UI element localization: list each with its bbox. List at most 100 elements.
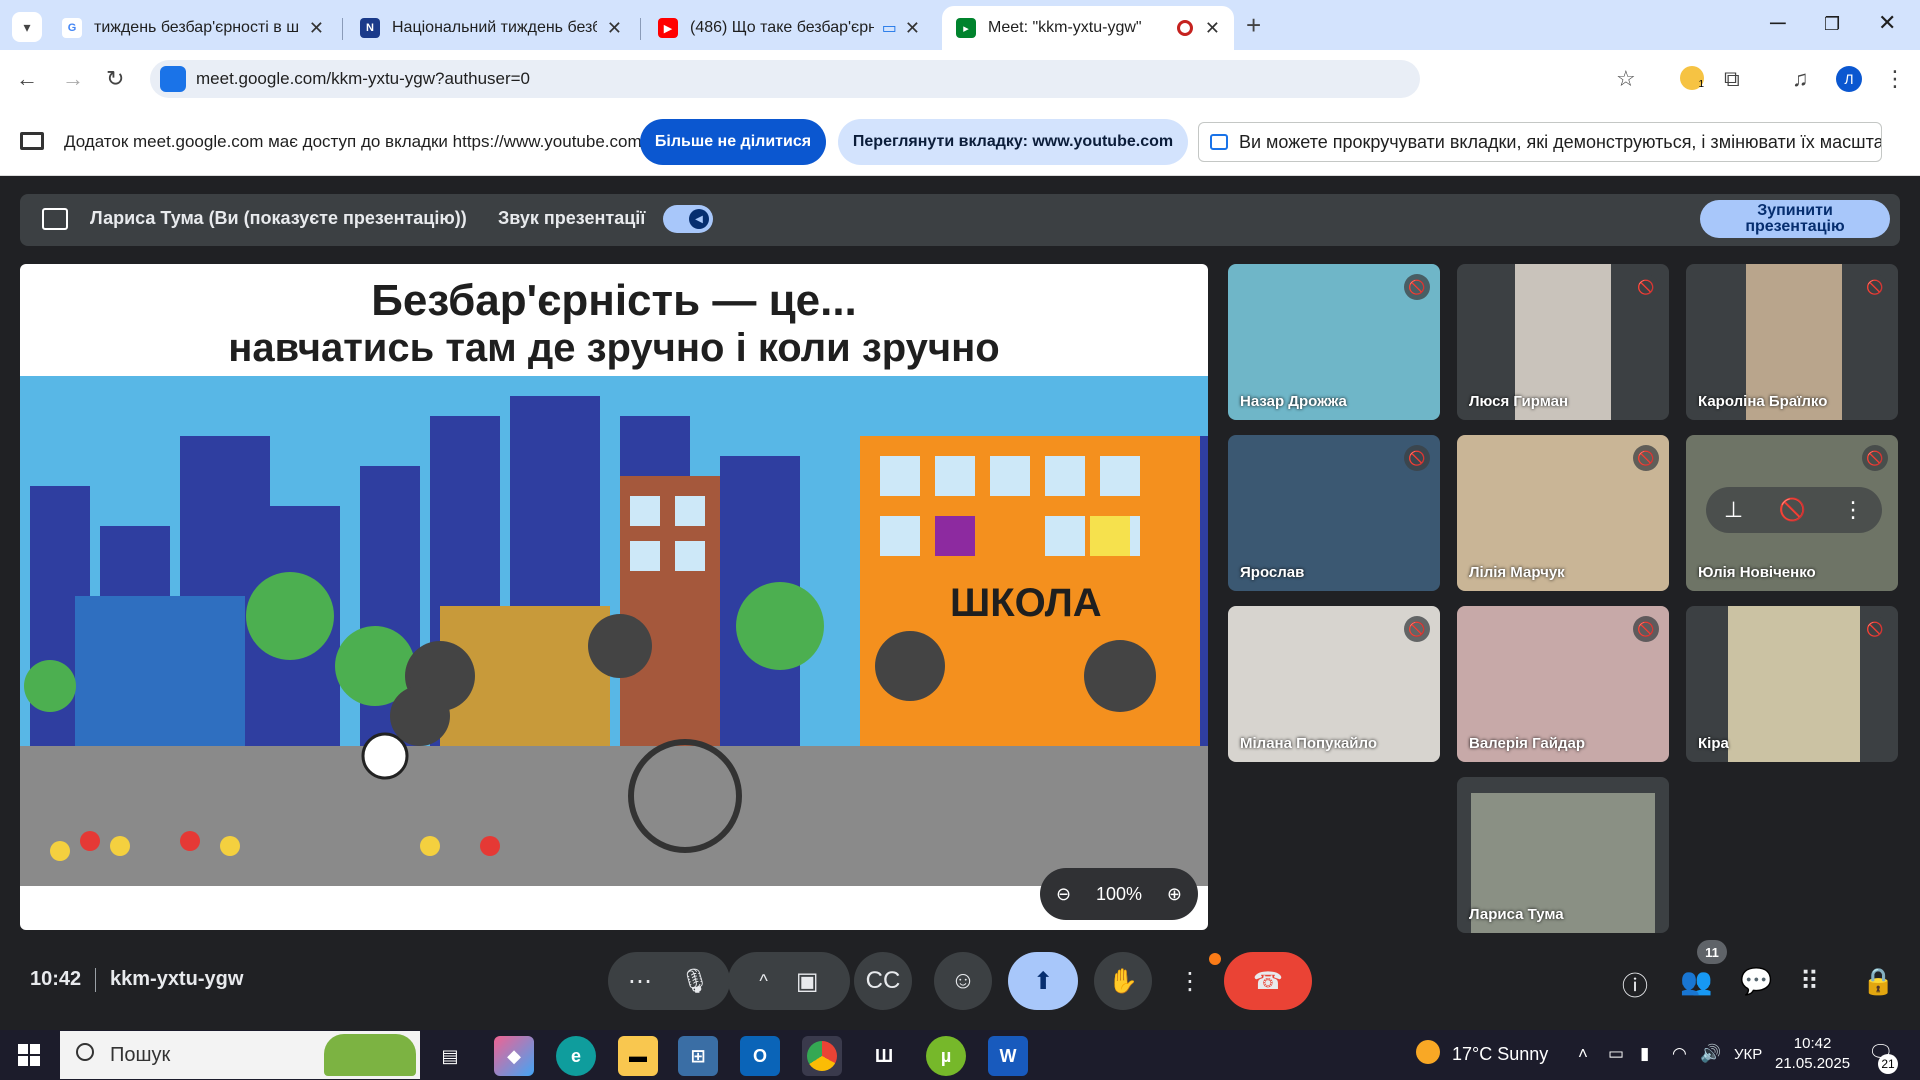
participant-tile[interactable]: 🚫 Назар Дрожжа (1228, 264, 1440, 420)
close-icon[interactable]: ✕ (309, 18, 324, 39)
tray-chevron-icon[interactable]: ˄ (1578, 1044, 1588, 1064)
participant-name: Лілія Марчук (1469, 564, 1565, 581)
profile-avatar[interactable]: Л (1836, 66, 1862, 92)
more-options-icon[interactable]: ⋮ (1842, 497, 1864, 523)
extensions-icon[interactable]: ⧉ (1724, 66, 1740, 92)
volume-icon[interactable]: 🔊 (1700, 1044, 1721, 1064)
participant-tile-self[interactable]: Лариса Тума (1457, 777, 1669, 933)
tab-1[interactable]: G тиждень безбар'єрності в шко ✕ (48, 6, 338, 50)
tab-search-chevron-icon[interactable]: ▾ (12, 12, 42, 42)
taskbar-clock[interactable]: 10:42 21.05.2025 (1775, 1034, 1850, 1074)
mute-icon[interactable]: 🚫 (1779, 497, 1806, 523)
leave-call-button[interactable]: ☎ (1224, 952, 1312, 1010)
zoom-out-icon[interactable]: ⊖ (1056, 884, 1071, 905)
stop-presenting-line2: презентацію (1745, 218, 1845, 235)
taskbar-date: 21.05.2025 (1775, 1055, 1851, 1072)
back-icon[interactable]: ← (16, 66, 38, 92)
captions-button[interactable]: CC (854, 952, 912, 1010)
participant-tile[interactable]: 🚫 Кароліна Браїлко (1686, 264, 1898, 420)
task-view-icon[interactable]: ▤ (430, 1036, 470, 1076)
weather-widget[interactable]: 17°C Sunny (1452, 1044, 1548, 1065)
close-window-icon[interactable]: ✕ (1878, 10, 1896, 36)
tab-3[interactable]: ▶ (486) Що таке безбар'єрні ▭ ✕ (644, 6, 934, 50)
hand-icon: ✋ (1108, 967, 1138, 995)
presentation-audio-toggle[interactable]: ◀ (663, 205, 713, 233)
word-icon[interactable]: W (988, 1036, 1028, 1076)
pin-icon[interactable]: ⊥ (1724, 497, 1743, 523)
tile-options[interactable]: ⊥ 🚫 ⋮ (1706, 487, 1882, 533)
chat-icon[interactable]: 💬 (1740, 966, 1772, 997)
presentation-audio-label: Звук презентації (498, 208, 646, 228)
video-feed (1728, 606, 1860, 762)
close-icon[interactable]: ✕ (607, 18, 622, 39)
close-icon[interactable]: ✕ (905, 18, 920, 39)
forward-icon[interactable]: → (62, 66, 84, 92)
file-explorer-icon[interactable]: ▬ (618, 1036, 658, 1076)
people-icon[interactable]: 👥 (1680, 966, 1712, 997)
activities-icon[interactable]: ⠿ (1800, 966, 1819, 997)
present-screen-icon: ⬆ (1032, 967, 1054, 995)
stop-presenting-button[interactable]: Зупинити презентацію (1700, 200, 1890, 238)
meet-tray-icon[interactable]: ▭ (1608, 1044, 1624, 1064)
reload-icon[interactable]: ↻ (106, 66, 124, 92)
recording-icon (1176, 20, 1193, 36)
more-options-button[interactable]: ⋮ (1170, 952, 1210, 1010)
chrome-icon[interactable] (802, 1036, 842, 1076)
media-controls-icon[interactable]: ♫ (1792, 66, 1809, 92)
participant-tile[interactable]: 🚫 Ярослав (1228, 435, 1440, 591)
zoom-in-icon[interactable]: ⊕ (1167, 884, 1182, 905)
sharing-message: Додаток meet.google.com має доступ до вк… (64, 132, 642, 151)
hang-up-icon: ☎ (1253, 967, 1283, 995)
close-icon[interactable]: ✕ (1205, 18, 1220, 39)
view-tab-button[interactable]: Переглянути вкладку: www.youtube.com (838, 119, 1188, 165)
battery-icon[interactable]: ▮ (1640, 1044, 1649, 1064)
bookmark-star-icon[interactable]: ☆ (1616, 66, 1636, 92)
raise-hand-button[interactable]: ✋ (1094, 952, 1152, 1010)
new-tab-icon[interactable]: + (1246, 10, 1261, 41)
wifi-icon[interactable]: ◠ (1672, 1044, 1687, 1064)
tab-2[interactable]: N Національний тиждень безбар ✕ (346, 6, 636, 50)
video-options-icon[interactable]: ^ (759, 971, 767, 992)
camera-control-group: ^ ▣ (728, 952, 850, 1010)
host-controls-icon[interactable]: 🔒 (1862, 966, 1894, 997)
tab-4-active[interactable]: ▸ Meet: "kkm-yxtu-ygw" ✕ (942, 6, 1234, 50)
participant-name: Кіра (1698, 735, 1729, 752)
minimize-icon[interactable]: ─ (1770, 10, 1786, 36)
microphone-icon[interactable]: 🎙 (680, 967, 710, 996)
camera-icon[interactable]: ▣ (796, 967, 819, 996)
emoji-icon: ☺ (950, 967, 976, 994)
meeting-info-icon[interactable]: ⓘ (1622, 966, 1648, 1003)
participant-name: Мілана Попукайло (1240, 735, 1378, 752)
participant-name: Валерія Гайдар (1469, 735, 1585, 752)
participant-name: Люся Гирман (1469, 393, 1569, 410)
participant-tile[interactable]: 🚫 Валерія Гайдар (1457, 606, 1669, 762)
store-icon[interactable]: ⊞ (678, 1036, 718, 1076)
tab-title: тиждень безбар'єрності в шко (94, 19, 299, 36)
edge-icon[interactable]: e (556, 1036, 596, 1076)
site-info-icon[interactable] (160, 66, 186, 92)
windows-start-icon[interactable] (18, 1044, 40, 1066)
participant-tile[interactable]: 🚫 Мілана Попукайло (1228, 606, 1440, 762)
restore-icon[interactable]: ❐ (1824, 14, 1840, 35)
participant-tile[interactable]: 🚫 Люся Гирман (1457, 264, 1669, 420)
nus-icon: N (360, 18, 380, 38)
participant-tile[interactable]: 🚫 Кіра (1686, 606, 1898, 762)
language-indicator[interactable]: УКР (1734, 1046, 1762, 1063)
outlook-icon[interactable]: O (740, 1036, 780, 1076)
present-now-button[interactable]: ⬆ (1008, 952, 1078, 1010)
school-sign: ШКОЛА (950, 581, 1102, 625)
address-bar[interactable]: meet.google.com/kkm-yxtu-ygw?authuser=0 (150, 60, 1420, 98)
extension-badge-icon[interactable]: 1 (1680, 66, 1704, 90)
utorrent-icon[interactable]: µ (926, 1036, 966, 1076)
app-icon-m[interactable]: Ш (864, 1036, 904, 1076)
mic-off-icon: 🚫 (1862, 616, 1888, 642)
participant-tile[interactable]: 🚫 ⊥ 🚫 ⋮ Юлія Новіченко (1686, 435, 1898, 591)
stop-sharing-button[interactable]: Більше не ділитися (640, 119, 826, 165)
slide-illustration: ШКОЛА (20, 376, 1208, 886)
audio-options-icon[interactable]: ⋯ (628, 967, 652, 996)
participant-tile[interactable]: 🚫 Лілія Марчук (1457, 435, 1669, 591)
slide-title-line2: навчатись там де зручно і коли зручно (228, 326, 1000, 370)
copilot-icon[interactable]: ◆ (494, 1036, 534, 1076)
menu-kebab-icon[interactable]: ⋮ (1884, 66, 1906, 92)
reactions-button[interactable]: ☺ (934, 952, 992, 1010)
